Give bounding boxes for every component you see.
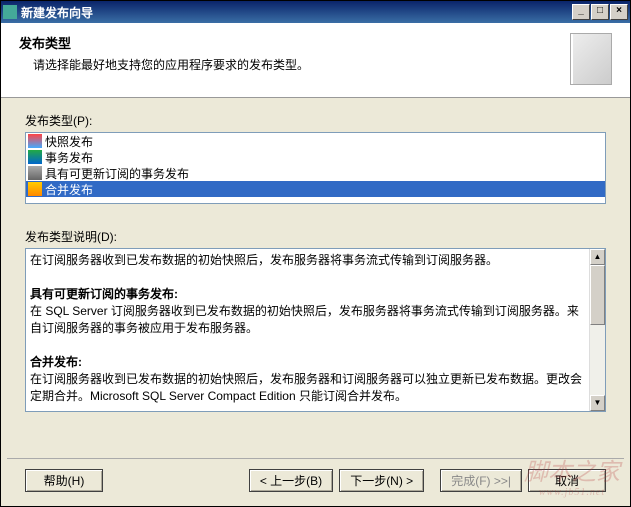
end-button-group: 完成(F) >>| 取消	[440, 469, 606, 492]
desc-heading: 具有可更新订阅的事务发布:	[30, 287, 178, 301]
transactional-icon	[28, 150, 42, 164]
updatable-trans-icon	[28, 166, 42, 180]
list-item[interactable]: 快照发布	[26, 133, 605, 149]
publication-type-label: 发布类型(P):	[25, 112, 606, 129]
wizard-window: 新建发布向导 _ □ × 发布类型 请选择能最好地支持您的应用程序要求的发布类型…	[0, 0, 631, 507]
scroll-down-button[interactable]: ▼	[590, 395, 605, 411]
list-item[interactable]: 合并发布	[26, 181, 605, 197]
list-item[interactable]: 具有可更新订阅的事务发布	[26, 165, 605, 181]
wizard-body: 发布类型(P): 快照发布 事务发布 具有可更新订阅的事务发布 合并发布 发布类…	[1, 98, 630, 412]
window-title: 新建发布向导	[21, 4, 571, 21]
header-text: 发布类型 请选择能最好地支持您的应用程序要求的发布类型。	[19, 33, 562, 85]
wizard-footer: 帮助(H) < 上一步(B) 下一步(N) > 完成(F) >>| 取消	[7, 458, 624, 506]
description-section: 发布类型说明(D): 在订阅服务器收到已发布数据的初始快照后，发布服务器将事务流…	[25, 228, 606, 412]
desc-heading: 合并发布:	[30, 355, 82, 369]
list-item-label: 合并发布	[45, 181, 93, 198]
minimize-button[interactable]: _	[572, 4, 590, 20]
page-title: 发布类型	[19, 33, 562, 52]
list-item-label: 快照发布	[45, 133, 93, 150]
close-button[interactable]: ×	[610, 4, 628, 20]
snapshot-icon	[28, 134, 42, 148]
scroll-thumb[interactable]	[590, 265, 605, 325]
next-button[interactable]: 下一步(N) >	[339, 469, 424, 492]
help-button[interactable]: 帮助(H)	[25, 469, 103, 492]
publication-type-listbox[interactable]: 快照发布 事务发布 具有可更新订阅的事务发布 合并发布	[25, 132, 606, 204]
titlebar: 新建发布向导 _ □ ×	[1, 1, 630, 23]
wizard-header: 发布类型 请选择能最好地支持您的应用程序要求的发布类型。	[1, 23, 630, 98]
scroll-up-button[interactable]: ▲	[590, 249, 605, 265]
merge-icon	[28, 182, 42, 196]
nav-button-group: < 上一步(B) 下一步(N) >	[249, 469, 424, 492]
back-button[interactable]: < 上一步(B)	[249, 469, 333, 492]
description-content: 在订阅服务器收到已发布数据的初始快照后，发布服务器将事务流式传输到订阅服务器。 …	[26, 249, 589, 411]
app-icon	[3, 5, 17, 19]
header-graphic	[570, 33, 612, 85]
list-item-label: 事务发布	[45, 149, 93, 166]
scrollbar[interactable]: ▲ ▼	[589, 249, 605, 411]
desc-line: 在 SQL Server 订阅服务器收到已发布数据的初始快照后，发布服务器将事务…	[30, 304, 579, 335]
maximize-button[interactable]: □	[591, 4, 609, 20]
desc-line: 在订阅服务器收到已发布数据的初始快照后，发布服务器将事务流式传输到订阅服务器。	[30, 253, 498, 267]
list-item[interactable]: 事务发布	[26, 149, 605, 165]
cancel-button[interactable]: 取消	[528, 469, 606, 492]
description-label: 发布类型说明(D):	[25, 228, 606, 245]
desc-line: 在订阅服务器收到已发布数据的初始快照后，发布服务器和订阅服务器可以独立更新已发布…	[30, 372, 582, 403]
list-item-label: 具有可更新订阅的事务发布	[45, 165, 189, 182]
scroll-track[interactable]	[590, 325, 605, 395]
finish-button: 完成(F) >>|	[440, 469, 522, 492]
page-subtitle: 请选择能最好地支持您的应用程序要求的发布类型。	[33, 56, 562, 73]
description-textbox[interactable]: 在订阅服务器收到已发布数据的初始快照后，发布服务器将事务流式传输到订阅服务器。 …	[25, 248, 606, 412]
